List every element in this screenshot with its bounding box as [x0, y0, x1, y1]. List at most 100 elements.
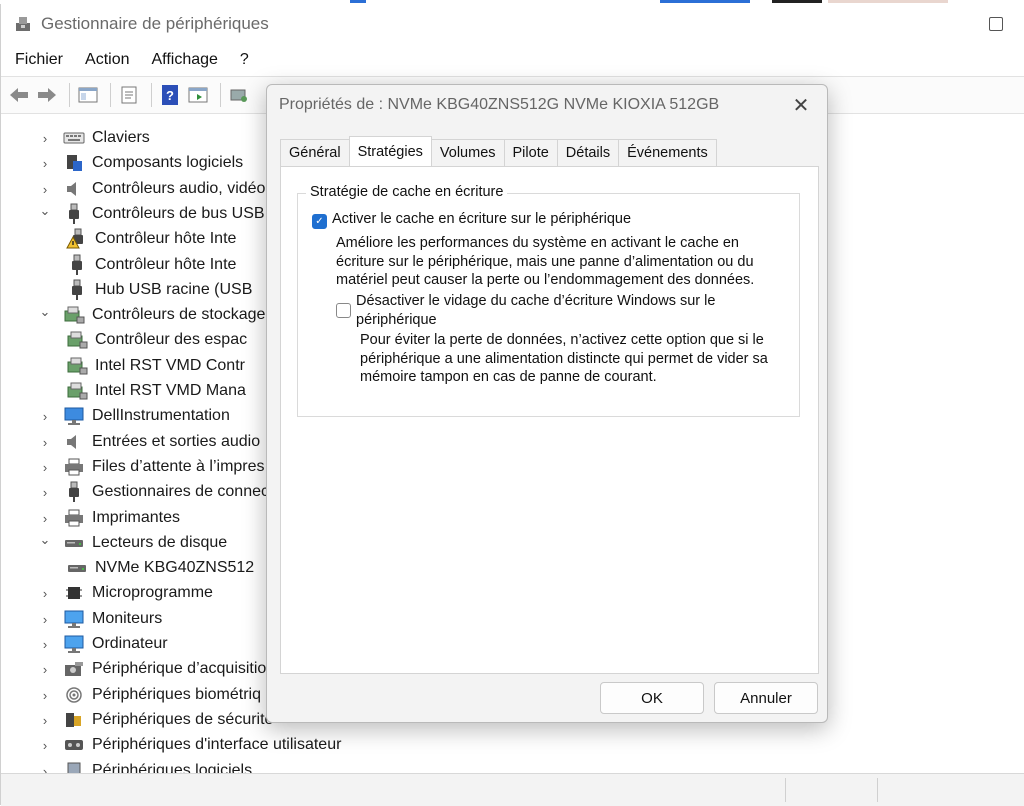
chevron-right-icon[interactable]: ›: [39, 662, 51, 677]
close-icon[interactable]: ✕: [789, 93, 813, 117]
tab-pilote[interactable]: Pilote: [503, 139, 558, 166]
tree-category[interactable]: › Microprogramme: [39, 581, 213, 605]
chevron-right-icon[interactable]: ›: [39, 688, 51, 703]
tree-category[interactable]: › DellInstrumentation: [39, 404, 230, 428]
tree-device[interactable]: Hub USB racine (USB: [66, 278, 252, 302]
chevron-down-icon[interactable]: ⌄: [39, 532, 51, 547]
menu-action[interactable]: Action: [85, 51, 129, 69]
fingerprint-icon: [63, 685, 85, 705]
tree-item-label: Files d’attente à l’impres: [92, 458, 265, 475]
storage-controller-icon: [63, 305, 85, 325]
tree-device[interactable]: Contrôleur hôte Inte: [66, 227, 236, 251]
tree-item-label: Microprogramme: [92, 584, 213, 601]
usb-icon: [66, 254, 88, 275]
tree-category[interactable]: › Gestionnaires de connec: [39, 480, 269, 504]
tree-category[interactable]: › Entrées et sorties audio: [39, 430, 260, 454]
chevron-right-icon[interactable]: ›: [39, 713, 51, 728]
tab-strategies[interactable]: Stratégies: [348, 136, 432, 166]
console-tree-icon[interactable]: [76, 83, 100, 107]
cancel-button[interactable]: Annuler: [714, 682, 818, 714]
chevron-down-icon[interactable]: ⌄: [39, 203, 51, 218]
chevron-right-icon[interactable]: ›: [39, 409, 51, 424]
camera-icon: [63, 659, 85, 679]
tree-category[interactable]: › Moniteurs: [39, 607, 162, 631]
printer-icon: [63, 508, 85, 528]
chevron-right-icon[interactable]: ›: [39, 131, 51, 146]
chevron-right-icon[interactable]: ›: [39, 738, 51, 753]
tree-category[interactable]: › Périphériques logiciels: [39, 759, 252, 774]
tree-item-label: Périphériques de sécurité: [92, 711, 274, 728]
tree-category[interactable]: ⌄ Contrôleurs de stockage: [39, 303, 265, 327]
printer-icon: [63, 457, 85, 477]
chevron-right-icon[interactable]: ›: [39, 182, 51, 197]
strip-accent: [772, 0, 822, 3]
tab-strip: Général Stratégies Volumes Pilote Détail…: [280, 136, 717, 166]
chevron-right-icon[interactable]: ›: [39, 637, 51, 652]
tree-device[interactable]: Contrôleur hôte Inte: [66, 253, 236, 277]
dialog-title: Propriétés de : NVMe KBG40ZNS512G NVMe K…: [279, 96, 720, 113]
tree-item-label: Ordinateur: [92, 635, 168, 652]
label-line: périphérique: [356, 312, 437, 328]
strip-accent: [828, 0, 948, 3]
disable-cache-flush-label[interactable]: Désactiver le vidage du cache d’écriture…: [356, 292, 715, 330]
help-icon[interactable]: ?: [158, 83, 182, 107]
tab-volumes[interactable]: Volumes: [430, 139, 505, 166]
tree-item-label: Périphériques d'interface utilisateur: [92, 736, 342, 753]
tree-category[interactable]: › Contrôleurs audio, vidéo: [39, 177, 266, 201]
chevron-right-icon[interactable]: ›: [39, 485, 51, 500]
description-line: périphérique a une alimentation distinct…: [360, 350, 768, 367]
keyboard-icon: [63, 128, 85, 148]
enable-write-cache-label[interactable]: Activer le cache en écriture sur le péri…: [332, 210, 631, 229]
tree-item-label: Contrôleurs audio, vidéo: [92, 180, 266, 197]
chevron-right-icon[interactable]: ›: [39, 435, 51, 450]
tree-category[interactable]: › Files d’attente à l’impres: [39, 455, 265, 479]
tree-device[interactable]: NVMe KBG40ZNS512: [66, 556, 254, 580]
tree-category[interactable]: › Périphérique d’acquisitio: [39, 657, 267, 681]
chevron-right-icon[interactable]: ›: [39, 612, 51, 627]
chevron-right-icon[interactable]: ›: [39, 586, 51, 601]
chevron-down-icon[interactable]: ⌄: [39, 304, 51, 319]
chevron-right-icon[interactable]: ›: [39, 156, 51, 171]
back-icon[interactable]: [7, 83, 31, 107]
tree-device[interactable]: Contrôleur des espac: [66, 328, 247, 352]
tree-category[interactable]: ⌄ Lecteurs de disque: [39, 531, 228, 555]
scan-hardware-icon[interactable]: [227, 83, 251, 107]
tree-category[interactable]: › Composants logiciels: [39, 151, 243, 175]
description-line: écriture sur le périphérique, mais une p…: [336, 253, 754, 270]
tab-general[interactable]: Général: [280, 139, 350, 166]
chevron-right-icon[interactable]: ›: [39, 511, 51, 526]
ok-button[interactable]: OK: [600, 682, 704, 714]
disable-cache-flush-description: Pour éviter la perte de données, n’activ…: [360, 331, 768, 387]
speaker-icon: [63, 432, 85, 452]
chevron-right-icon[interactable]: ›: [39, 460, 51, 475]
tree-device[interactable]: Intel RST VMD Mana: [66, 379, 246, 403]
disable-cache-flush-checkbox[interactable]: [336, 303, 351, 318]
tree-category[interactable]: › Périphériques de sécurité: [39, 708, 274, 732]
tree-device[interactable]: Intel RST VMD Contr: [66, 354, 245, 378]
group-title: Stratégie de cache en écriture: [306, 184, 508, 200]
tree-category[interactable]: › Périphériques biométriq: [39, 683, 261, 707]
title-bar[interactable]: Gestionnaire de périphériques: [1, 4, 1024, 44]
forward-icon[interactable]: [35, 83, 59, 107]
enable-write-cache-checkbox[interactable]: ✓: [312, 214, 327, 229]
menu-help[interactable]: ?: [240, 51, 249, 69]
tree-category[interactable]: › Périphériques d'interface utilisateur: [39, 733, 342, 757]
toolbar-separator: [69, 83, 70, 107]
toolbar-separator: [151, 83, 152, 107]
tree-category[interactable]: ⌄ Contrôleurs de bus USB: [39, 202, 265, 226]
action-pane-icon[interactable]: [186, 83, 210, 107]
enable-write-cache-description: Améliore les performances du système en …: [336, 234, 754, 290]
tree-item-label: NVMe KBG40ZNS512: [95, 559, 255, 576]
properties-icon[interactable]: [117, 83, 141, 107]
tab-evenements[interactable]: Événements: [618, 139, 717, 166]
menu-affichage[interactable]: Affichage: [151, 51, 217, 69]
maximize-icon[interactable]: [989, 17, 1003, 31]
usb-icon: [63, 481, 85, 502]
menu-fichier[interactable]: Fichier: [15, 51, 63, 69]
tab-details[interactable]: Détails: [556, 139, 620, 166]
tree-category[interactable]: › Imprimantes: [39, 506, 180, 530]
storage-controller-icon: [66, 381, 88, 401]
hid-icon: [63, 735, 85, 755]
tree-category[interactable]: › Claviers: [39, 126, 150, 150]
tree-category[interactable]: › Ordinateur: [39, 632, 168, 656]
